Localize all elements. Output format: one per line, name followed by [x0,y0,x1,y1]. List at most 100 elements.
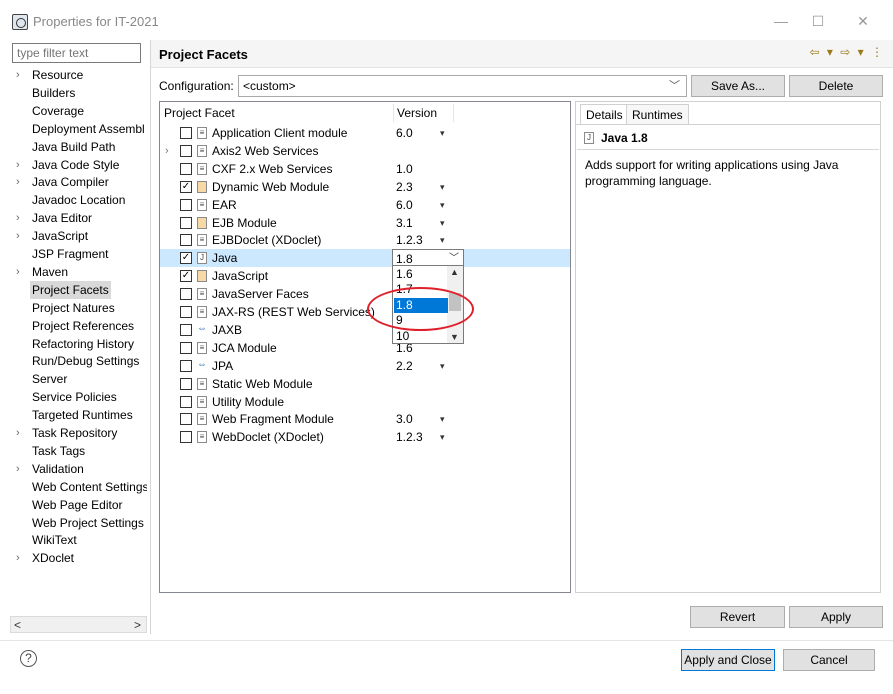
facet-row[interactable]: ≡ EAR 6.0 ▾ [160,196,570,214]
facet-checkbox[interactable]: ✓ [180,180,192,193]
sidebar-item-jsp-fragment[interactable]: JSP Fragment [10,245,147,263]
sidebar-item-wikitext[interactable]: WikiText [10,531,147,549]
facet-checkbox[interactable] [180,162,192,175]
history-nav-icons[interactable]: ⇦ ▾ ⇨ ▾ ⋮ [810,45,886,59]
facet-checkbox[interactable] [180,431,192,444]
version-dropdown-icon[interactable]: ▾ [440,178,445,196]
scroll-right-icon[interactable]: > [134,618,141,632]
chevron-right-icon[interactable]: › [16,66,20,84]
facet-row[interactable]: EJB Module 3.1 ▾ [160,214,570,232]
revert-button[interactable]: Revert [690,606,785,628]
facet-row[interactable]: ✓ JavaScript [160,267,570,285]
sidebar-item-refactoring-history[interactable]: Refactoring History [10,335,147,353]
apply-and-close-button[interactable]: Apply and Close [681,649,775,671]
sidebar-item-task-repository[interactable]: › Task Repository [10,424,147,442]
facet-row[interactable]: ≡ JAX-RS (REST Web Services) [160,303,570,321]
help-icon[interactable]: ? [20,650,37,667]
sidebar-item-validation[interactable]: › Validation [10,460,147,478]
sidebar-item-builders[interactable]: Builders [10,84,147,102]
facet-checkbox[interactable] [180,341,192,354]
facet-row[interactable]: ✓ J Java 1.8 ﹀ [160,249,570,268]
close-button[interactable]: ✕ [848,10,878,32]
facet-row[interactable]: ≡ Utility Module [160,393,570,411]
version-option[interactable]: 10 [394,329,448,344]
facet-row[interactable]: ⇔ JAXB [160,321,570,339]
sidebar-item-web-project-settings[interactable]: Web Project Settings [10,514,147,532]
facet-checkbox[interactable] [180,234,192,247]
version-dropdown-icon[interactable]: ▾ [440,231,445,249]
sidebar-item-coverage[interactable]: Coverage [10,102,147,120]
sidebar-item-run-debug-settings[interactable]: Run/Debug Settings [10,352,147,370]
sidebar-item-java-editor[interactable]: › Java Editor [10,209,147,227]
sidebar-item-web-content-settings[interactable]: Web Content Settings [10,478,147,496]
filter-input[interactable] [12,43,141,63]
facet-row[interactable]: ≡ JCA Module 1.6 [160,339,570,357]
version-dropdown-icon[interactable]: ▾ [440,357,445,375]
sidebar-item-web-page-editor[interactable]: Web Page Editor [10,496,147,514]
sidebar-item-xdoclet[interactable]: › XDoclet [10,549,147,567]
version-dropdown-icon[interactable]: ▾ [440,124,445,142]
facet-checkbox[interactable]: ✓ [180,270,192,283]
facet-checkbox[interactable] [180,323,192,336]
facet-checkbox[interactable] [180,198,192,211]
facet-checkbox[interactable] [180,288,192,301]
sidebar-item-service-policies[interactable]: Service Policies [10,388,147,406]
chevron-right-icon[interactable]: › [165,142,169,160]
chevron-right-icon[interactable]: › [16,227,20,245]
dropdown-scrollbar[interactable]: ▲ ▼ [447,266,463,343]
scroll-thumb[interactable] [449,293,461,311]
apply-button[interactable]: Apply [789,606,883,628]
facet-checkbox[interactable] [180,127,192,139]
facet-row[interactable]: › ≡ Axis2 Web Services [160,142,570,160]
facet-checkbox[interactable] [180,144,192,157]
column-separator[interactable] [453,104,454,122]
sidebar-item-project-natures[interactable]: Project Natures [10,299,147,317]
chevron-right-icon[interactable]: › [16,549,20,567]
facet-row[interactable]: ⇔ JPA 2.2 ▾ [160,357,570,375]
sidebar-item-resource[interactable]: › Resource [10,66,147,84]
sidebar-item-deployment-assembl[interactable]: Deployment Assembl [10,120,147,138]
scroll-up-icon[interactable]: ▲ [450,267,459,277]
chevron-right-icon[interactable]: › [16,156,20,174]
chevron-right-icon[interactable]: › [16,460,20,478]
sidebar-item-java-code-style[interactable]: › Java Code Style [10,156,147,174]
sidebar-item-javadoc-location[interactable]: Javadoc Location [10,191,147,209]
tab-runtimes[interactable]: Runtimes [626,104,689,124]
tab-details[interactable]: Details [580,104,629,125]
version-dropdown-icon[interactable]: ▾ [440,214,445,232]
facet-checkbox[interactable] [180,306,192,318]
chevron-right-icon[interactable]: › [16,263,20,281]
sidebar-item-project-facets[interactable]: Project Facets [10,280,147,299]
pane-divider[interactable] [150,40,151,634]
version-option[interactable]: 9 [394,313,448,328]
facet-row[interactable]: ≡ JavaServer Faces [160,285,570,303]
sidebar-item-server[interactable]: Server [10,370,147,388]
facet-row[interactable]: ≡ WebDoclet (XDoclet) 1.2.3 ▾ [160,428,570,446]
version-dropdown-icon[interactable]: ▾ [440,410,445,428]
sidebar-item-project-references[interactable]: Project References [10,317,147,335]
scroll-left-icon[interactable]: < [14,618,21,632]
facet-checkbox[interactable] [180,216,192,229]
chevron-right-icon[interactable]: › [16,424,20,442]
minimize-button[interactable]: — [766,10,796,32]
sidebar-item-java-build-path[interactable]: Java Build Path [10,138,147,156]
sidebar-item-task-tags[interactable]: Task Tags [10,442,147,460]
nav-horizontal-scrollbar[interactable]: < > [10,616,147,633]
column-header-facet[interactable]: Project Facet [160,102,393,124]
scroll-down-icon[interactable]: ▼ [450,332,459,342]
facet-row[interactable]: ≡ Web Fragment Module 3.0 ▾ [160,410,570,428]
sidebar-item-targeted-runtimes[interactable]: Targeted Runtimes [10,406,147,424]
version-dropdown-list[interactable]: ▲ ▼ 1.6 1.7 1.8 9 10 [392,265,464,344]
facet-checkbox[interactable]: ✓ [180,252,192,265]
sidebar-item-maven[interactable]: › Maven [10,263,147,281]
facet-row[interactable]: ≡ EJBDoclet (XDoclet) 1.2.3 ▾ [160,231,570,249]
facet-checkbox[interactable] [180,413,192,426]
sidebar-item-javascript[interactable]: › JavaScript [10,227,147,245]
facet-row[interactable]: ≡ Static Web Module [160,375,570,393]
chevron-right-icon[interactable]: › [16,209,20,227]
facet-checkbox[interactable] [180,377,192,390]
version-dropdown-icon[interactable]: ▾ [440,428,445,446]
version-option[interactable]: 1.8 [394,297,448,313]
version-option[interactable]: 1.6 [394,267,448,282]
version-option[interactable]: 1.7 [394,282,448,297]
